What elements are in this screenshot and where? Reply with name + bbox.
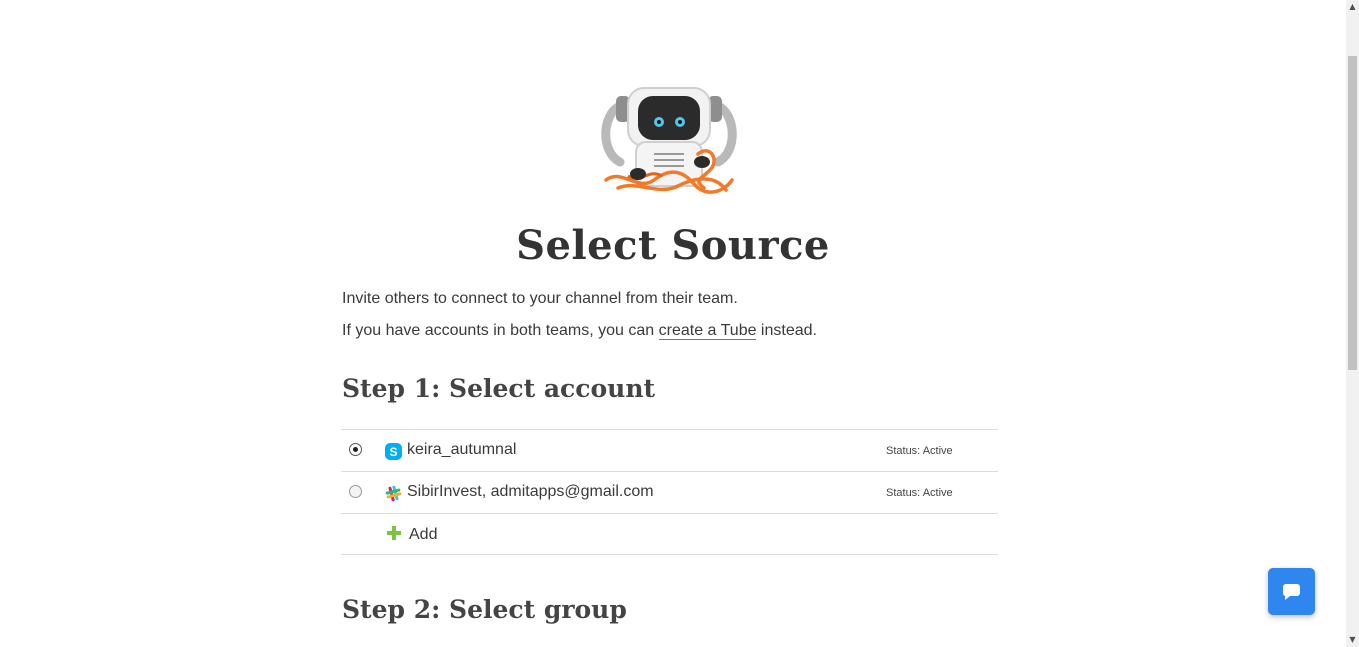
intro-text-after-link: instead. <box>756 322 817 339</box>
account-radio[interactable] <box>349 485 362 498</box>
robot-mascot-icon <box>601 87 737 194</box>
step1-title: Step 1: Select account <box>342 374 656 403</box>
account-status: Status: Active <box>886 487 953 499</box>
intro-text-before-link: If you have accounts in both teams, you … <box>342 322 659 339</box>
page-title: Select Source <box>516 222 830 269</box>
skype-icon: S <box>385 443 402 460</box>
account-row-skype[interactable]: S keira_autumnal Status: Active <box>341 430 998 472</box>
page: Select Source Invite others to connect t… <box>0 0 1346 647</box>
account-radio-selected[interactable] <box>349 443 362 456</box>
scroll-down-arrow-icon[interactable]: ▼ <box>1346 633 1359 647</box>
slack-icon <box>385 485 402 502</box>
account-name: SibirInvest, admitapps@gmail.com <box>407 483 654 500</box>
account-list: S keira_autumnal Status: Active SibirInv… <box>341 429 998 555</box>
scroll-up-arrow-icon[interactable]: ▲ <box>1346 0 1359 14</box>
step2-title: Step 2: Select group <box>342 595 627 624</box>
chat-button[interactable] <box>1268 568 1315 615</box>
plus-icon <box>387 526 401 540</box>
account-status: Status: Active <box>886 445 953 457</box>
chat-bubble-icon <box>1282 584 1300 600</box>
add-account-label: Add <box>409 526 438 543</box>
intro-text-tube: If you have accounts in both teams, you … <box>342 322 817 340</box>
account-name: keira_autumnal <box>407 441 517 458</box>
intro-text: Invite others to connect to your channel… <box>342 290 738 307</box>
account-row-slack[interactable]: SibirInvest, admitapps@gmail.com Status:… <box>341 472 998 514</box>
add-account-button[interactable]: Add <box>341 514 998 555</box>
svg-text:S: S <box>389 445 397 459</box>
create-tube-link[interactable]: create a Tube <box>658 322 757 340</box>
scroll-thumb[interactable] <box>1348 56 1357 370</box>
vertical-scrollbar[interactable]: ▲ ▼ <box>1346 0 1359 647</box>
